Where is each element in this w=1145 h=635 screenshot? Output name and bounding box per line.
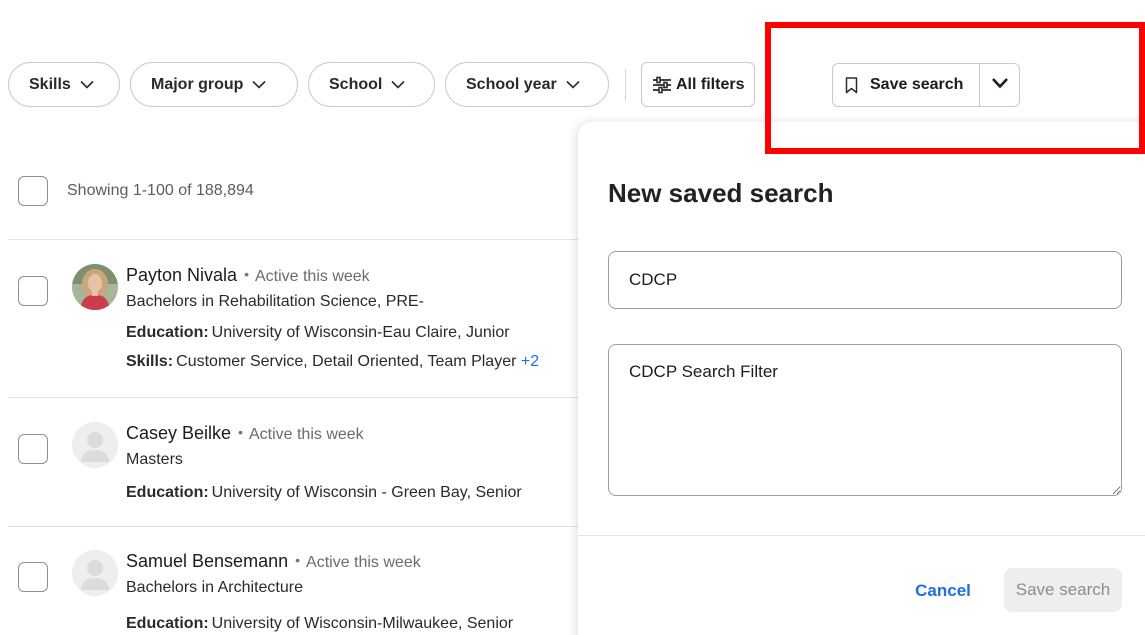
education-label: Education:	[126, 615, 209, 632]
student-degree: Bachelors in Rehabilitation Science, PRE…	[126, 293, 424, 310]
new-saved-search-panel: New saved search CDCP Search Filter Canc…	[578, 122, 1145, 635]
separator-dot: •	[295, 552, 301, 568]
row-divider	[8, 397, 578, 398]
results-count: Showing 1-100 of 188,894	[67, 182, 254, 199]
student-info: Casey Beilke • Active this week Masters Ed…	[126, 422, 586, 503]
major-group-filter-label: Major group	[151, 75, 244, 93]
education-label: Education:	[126, 324, 209, 341]
save-search-dropdown-button[interactable]	[979, 64, 1019, 106]
school-year-filter-label: School year	[466, 75, 557, 93]
row-checkbox[interactable]	[18, 434, 48, 464]
student-degree: Masters	[126, 451, 183, 468]
cancel-button[interactable]: Cancel	[898, 569, 988, 613]
save-search-button-group: Save search	[832, 63, 1020, 107]
student-degree: Bachelors in Architecture	[126, 579, 303, 596]
chevron-down-icon	[252, 80, 267, 89]
row-checkbox[interactable]	[18, 562, 48, 592]
education-value: University of Wisconsin - Green Bay, Sen…	[211, 484, 522, 501]
skills-value: Customer Service, Detail Oriented, Team …	[176, 353, 517, 370]
school-filter-button[interactable]: School	[308, 62, 435, 107]
avatar[interactable]	[72, 264, 118, 310]
activity-status: Active this week	[306, 554, 421, 571]
education-line: Education: University of Wisconsin-Milwau…	[126, 614, 586, 634]
education-value: University of Wisconsin-Eau Claire, Juni…	[211, 324, 510, 341]
save-search-button[interactable]: Save search	[833, 64, 979, 106]
student-info: Payton Nivala • Active this week Bachelors…	[126, 264, 586, 372]
skills-filter-label: Skills	[29, 75, 71, 93]
student-name[interactable]: Payton Nivala	[126, 265, 237, 285]
save-search-label: Save search	[870, 76, 964, 93]
search-name-input[interactable]	[608, 251, 1122, 309]
row-divider	[8, 526, 578, 527]
major-group-filter-button[interactable]: Major group	[130, 62, 298, 107]
row-checkbox[interactable]	[18, 276, 48, 306]
more-skills-link[interactable]: +2	[521, 353, 539, 370]
bookmark-icon	[845, 76, 858, 94]
education-line: Education: University of Wisconsin-Eau Cl…	[126, 323, 586, 343]
education-label: Education:	[126, 484, 209, 501]
chevron-down-icon	[391, 80, 405, 89]
separator-dot: •	[238, 424, 243, 440]
panel-title: New saved search	[608, 178, 834, 208]
panel-footer-divider	[578, 535, 1145, 536]
select-all-checkbox[interactable]	[18, 176, 48, 206]
student-name[interactable]: Samuel Bensemann	[126, 551, 288, 571]
filter-divider	[625, 68, 626, 101]
activity-status: Active this week	[248, 426, 364, 443]
chevron-down-icon	[991, 76, 1009, 94]
user-icon	[81, 432, 109, 462]
skills-label: Skills:	[126, 353, 174, 370]
search-description-textarea[interactable]: CDCP Search Filter	[608, 344, 1122, 496]
education-line: Education: University of Wisconsin - Gree…	[126, 483, 586, 503]
results-header: Showing 1-100 of 188,894	[18, 176, 254, 206]
filter-bar: Skills Major group School School year Al…	[8, 62, 755, 107]
user-icon	[81, 560, 109, 590]
skills-filter-button[interactable]: Skills	[8, 62, 120, 107]
all-filters-button[interactable]: All filters	[641, 62, 755, 107]
chevron-down-icon	[566, 80, 580, 89]
education-value: University of Wisconsin-Milwaukee, Senio…	[211, 615, 514, 632]
student-info: Samuel Bensemann • Active this week Bachel…	[126, 550, 586, 634]
separator-dot: •	[244, 266, 249, 282]
student-name[interactable]: Casey Beilke	[126, 423, 231, 443]
avatar-placeholder[interactable]	[72, 422, 118, 468]
chevron-down-icon	[80, 80, 94, 89]
row-divider	[8, 239, 578, 240]
save-search-submit-button[interactable]: Save search	[1004, 568, 1122, 612]
skills-line: Skills: Customer Service, Detail Oriented…	[126, 352, 586, 372]
school-year-filter-button[interactable]: School year	[445, 62, 609, 107]
avatar-placeholder[interactable]	[72, 550, 118, 596]
sliders-icon	[652, 76, 672, 94]
all-filters-label: All filters	[676, 75, 745, 93]
activity-status: Active this week	[254, 268, 370, 285]
school-filter-label: School	[329, 75, 383, 93]
